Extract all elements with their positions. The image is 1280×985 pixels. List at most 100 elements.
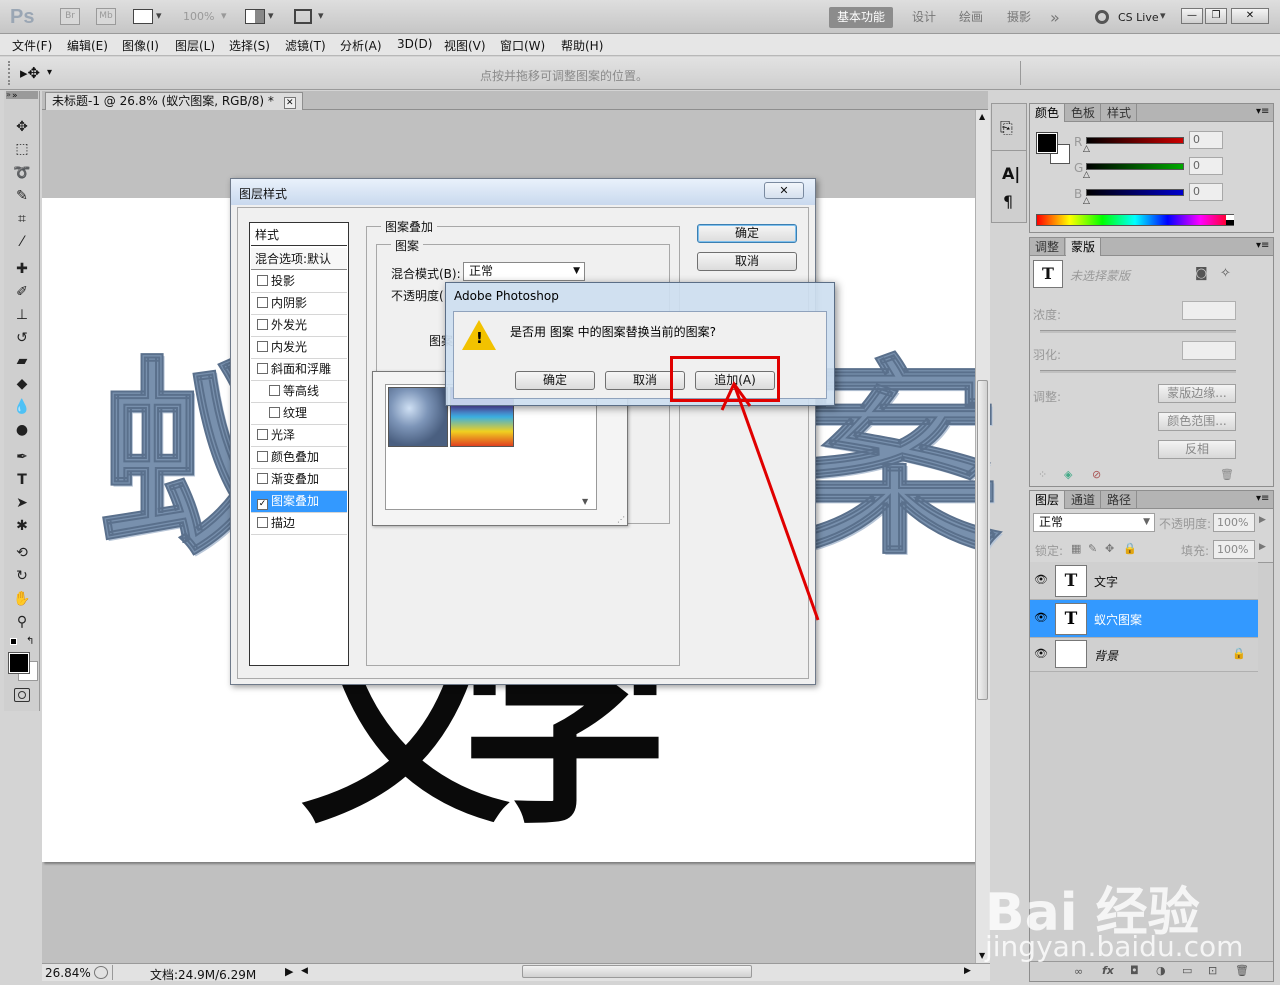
layers-panel-menu-icon[interactable]: ▾≡: [1256, 493, 1269, 504]
load-selection-icon[interactable]: ⁘: [1038, 468, 1047, 481]
add-mask-icon[interactable]: ◘: [1130, 964, 1139, 977]
layer-style-ok-button[interactable]: 确定: [697, 224, 797, 243]
channel-r-slider[interactable]: [1086, 137, 1184, 144]
tab-adjustments[interactable]: 调整: [1030, 238, 1066, 256]
checkbox[interactable]: [257, 363, 268, 374]
arrange-documents-icon[interactable]: [245, 9, 265, 24]
new-layer-icon[interactable]: ⊡: [1208, 964, 1217, 977]
checkbox-checked[interactable]: ✓: [257, 499, 268, 510]
path-selection-tool-icon[interactable]: ➤: [11, 493, 33, 513]
style-satin[interactable]: 光泽: [251, 425, 347, 447]
feather-input[interactable]: [1182, 341, 1236, 360]
style-outer-glow[interactable]: 外发光: [251, 315, 347, 337]
checkbox[interactable]: [257, 429, 268, 440]
options-grip[interactable]: [8, 61, 10, 85]
channel-g-slider[interactable]: [1086, 163, 1184, 170]
style-gradient-overlay[interactable]: 渐变叠加: [251, 469, 347, 491]
style-contour[interactable]: 等高线: [251, 381, 347, 403]
style-stroke[interactable]: 描边: [251, 513, 347, 535]
move-tool-icon[interactable]: ✥: [11, 117, 33, 137]
invert-button[interactable]: 反相: [1158, 440, 1236, 459]
color-spectrum-bar[interactable]: [1036, 214, 1234, 226]
layer-name[interactable]: 文字: [1094, 573, 1118, 590]
history-panel-icon[interactable]: ⎘: [1000, 118, 1013, 138]
visibility-eye-icon[interactable]: 👁: [1034, 647, 1048, 660]
style-drop-shadow[interactable]: 投影: [251, 271, 347, 293]
bubble-pattern-swatch[interactable]: [388, 387, 448, 447]
tools-collapse-icon[interactable]: »: [6, 91, 38, 99]
tab-masks[interactable]: 蒙版: [1066, 238, 1102, 256]
workspace-design[interactable]: 设计: [904, 7, 944, 28]
panel-menu-icon[interactable]: ▾≡: [1256, 106, 1269, 117]
workspace-paint[interactable]: 绘画: [951, 7, 991, 28]
status-zoom[interactable]: 26.84%: [45, 966, 91, 980]
cs-live-dropdown-icon[interactable]: ▾: [1160, 9, 1166, 22]
layer-style-close-icon[interactable]: ✕: [764, 182, 804, 199]
document-tab[interactable]: 未标题-1 @ 26.8% (蚁穴图案, RGB/8) * ✕: [45, 92, 303, 110]
fill-input[interactable]: 100%: [1213, 540, 1255, 559]
3d-rotate-tool-icon[interactable]: ⟲: [11, 543, 33, 563]
layer-style-titlebar[interactable]: 图层样式 ✕: [231, 179, 815, 205]
eyedropper-tool-icon[interactable]: ⁄: [11, 232, 33, 252]
scroll-right-icon[interactable]: ▶: [964, 966, 971, 976]
bridge-button[interactable]: Br: [60, 8, 80, 25]
workspace-photo[interactable]: 摄影: [999, 7, 1039, 28]
move-tool-preset-icon[interactable]: ▸✥: [20, 64, 40, 82]
tab-swatches[interactable]: 色板: [1066, 104, 1102, 122]
channel-r-input[interactable]: 0: [1189, 131, 1223, 149]
foreground-color-swatch[interactable]: [8, 652, 30, 674]
feather-slider[interactable]: [1040, 370, 1236, 373]
menu-window[interactable]: 窗口(W): [500, 37, 545, 54]
visibility-eye-icon[interactable]: 👁: [1034, 611, 1048, 624]
marquee-tool-icon[interactable]: ⬚: [11, 139, 33, 159]
blend-mode-select[interactable]: 正常 ▼: [1033, 513, 1155, 532]
delete-mask-icon[interactable]: 🗑: [1220, 468, 1234, 481]
channel-g-handle-icon[interactable]: △: [1083, 170, 1090, 180]
menu-image[interactable]: 图像(I): [122, 37, 159, 54]
dialog-blend-dropdown-icon[interactable]: ▼: [573, 263, 580, 280]
blend-mode-dropdown-icon[interactable]: ▼: [1143, 514, 1150, 531]
view-extras-dropdown-icon[interactable]: ▾: [156, 9, 162, 22]
lock-all-icon[interactable]: 🔒: [1123, 542, 1137, 555]
styles-header[interactable]: 样式: [251, 224, 347, 246]
dodge-tool-icon[interactable]: ●: [11, 420, 33, 440]
status-menu-icon[interactable]: ▶: [285, 965, 293, 978]
style-inner-shadow[interactable]: 内阴影: [251, 293, 347, 315]
checkbox[interactable]: [257, 297, 268, 308]
screen-mode-icon[interactable]: [294, 9, 312, 24]
menu-help[interactable]: 帮助(H): [561, 37, 603, 54]
view-extras-icon[interactable]: [133, 9, 153, 24]
layer-style-cancel-button[interactable]: 取消: [697, 252, 797, 271]
scroll-up-icon[interactable]: ▲: [979, 112, 985, 121]
picker-resize-grip-icon[interactable]: ⋰: [617, 515, 625, 524]
menu-select[interactable]: 选择(S): [229, 37, 270, 54]
style-color-overlay[interactable]: 颜色叠加: [251, 447, 347, 469]
disable-mask-icon[interactable]: ⊘: [1092, 468, 1101, 481]
quick-mask-icon[interactable]: [14, 688, 30, 702]
lock-position-icon[interactable]: ✥: [1105, 542, 1114, 555]
brush-tool-icon[interactable]: ✐: [11, 282, 33, 302]
history-brush-tool-icon[interactable]: ↺: [11, 328, 33, 348]
workspace-basic[interactable]: 基本功能: [829, 7, 894, 28]
channel-b-handle-icon[interactable]: △: [1083, 196, 1090, 206]
horizontal-scroll-thumb[interactable]: [522, 965, 752, 978]
layer-name[interactable]: 蚁穴图案: [1094, 611, 1142, 628]
checkbox[interactable]: [257, 341, 268, 352]
color-foreground-swatch[interactable]: [1036, 132, 1058, 154]
vertical-scroll-thumb[interactable]: [977, 380, 988, 700]
fill-arrow-icon[interactable]: ▶: [1259, 542, 1266, 552]
menu-edit[interactable]: 编辑(E): [67, 37, 108, 54]
vector-mask-icon[interactable]: ✧: [1220, 266, 1231, 281]
alert-ok-button[interactable]: 确定: [515, 371, 595, 390]
blur-tool-icon[interactable]: 💧: [11, 397, 33, 417]
healing-brush-tool-icon[interactable]: ✚: [11, 259, 33, 279]
checkbox[interactable]: [269, 407, 280, 418]
menu-layer[interactable]: 图层(L): [175, 37, 215, 54]
3d-orbit-tool-icon[interactable]: ↻: [11, 566, 33, 586]
layer-row-pattern-selected[interactable]: 👁 T 蚁穴图案: [1030, 600, 1258, 638]
channel-b-slider[interactable]: [1086, 189, 1184, 196]
layer-row-background[interactable]: 👁 背景 🔒: [1030, 638, 1258, 672]
checkbox[interactable]: [257, 275, 268, 286]
link-layers-icon[interactable]: ∞: [1074, 965, 1083, 978]
menu-analysis[interactable]: 分析(A): [340, 37, 382, 54]
